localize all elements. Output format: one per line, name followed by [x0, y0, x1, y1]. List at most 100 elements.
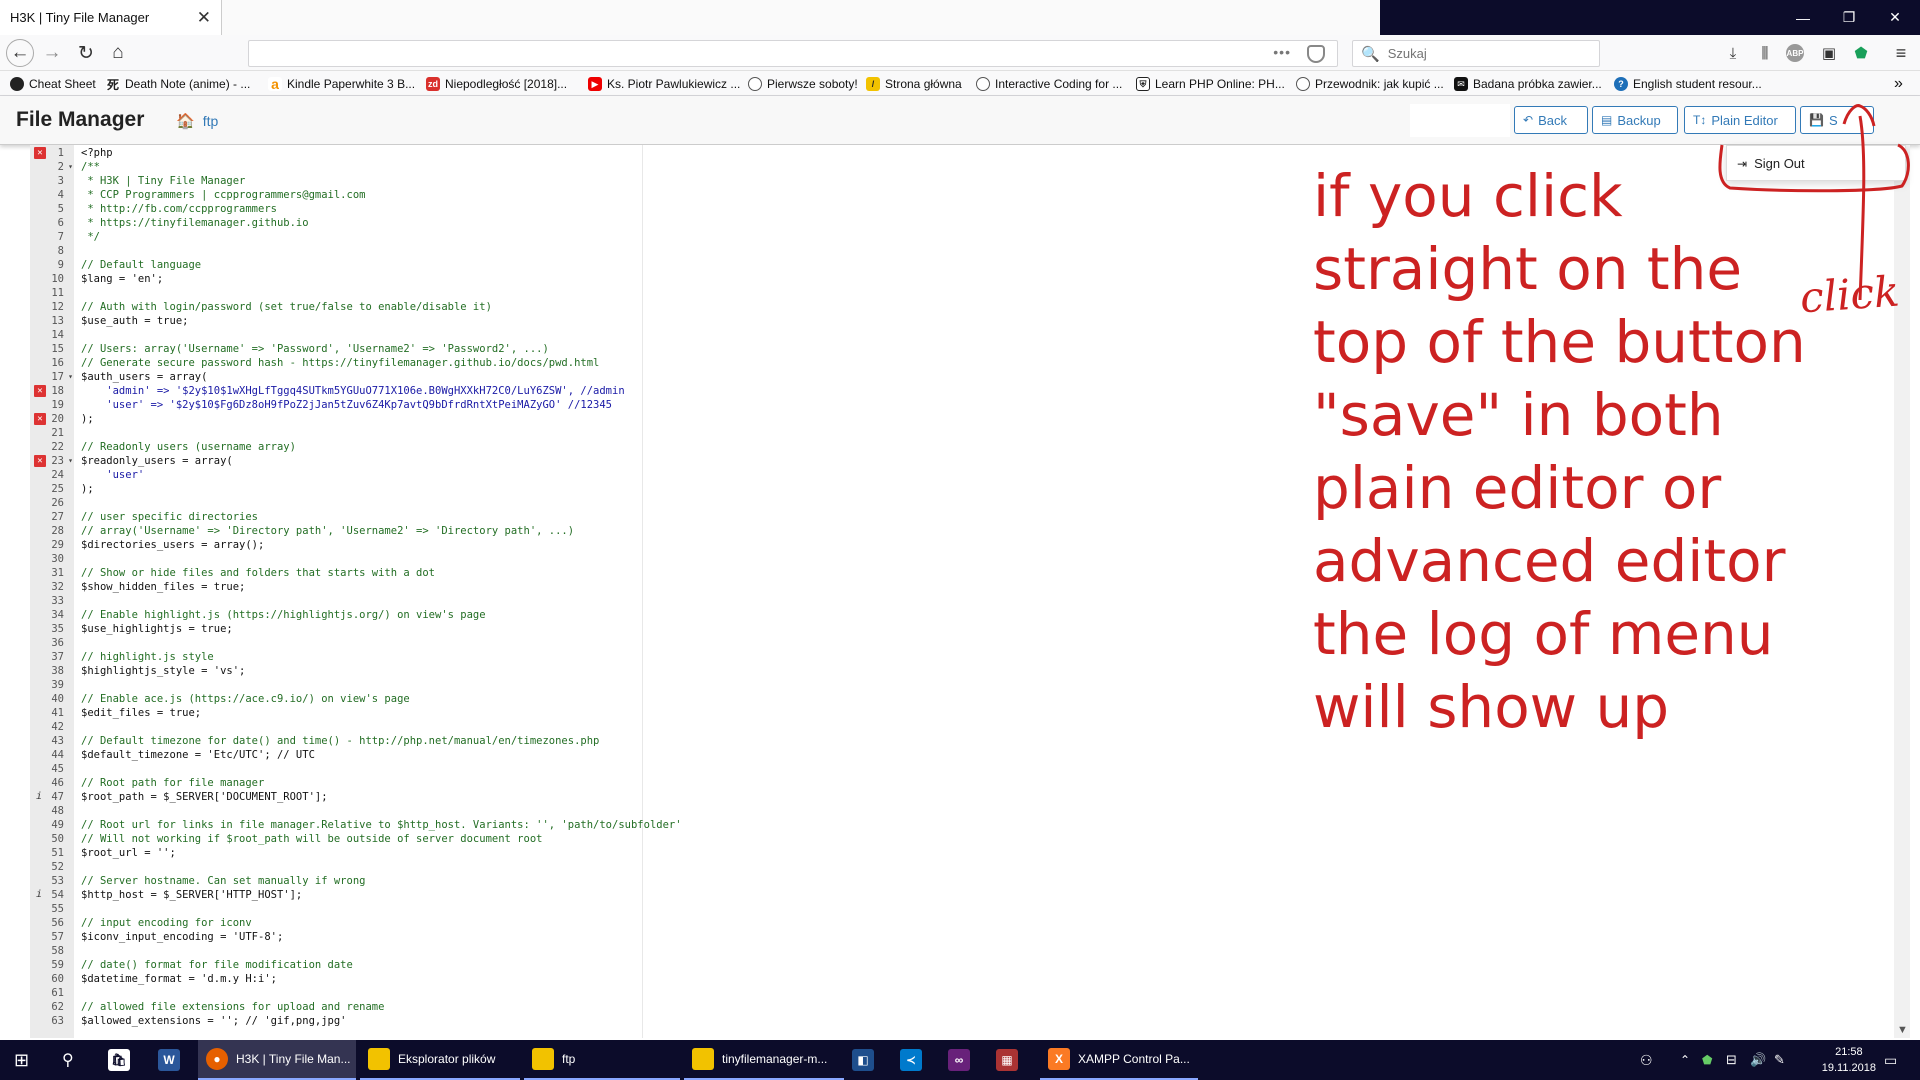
taskbar-vscode-preview[interactable]: ◧: [852, 1040, 882, 1080]
error-marker-icon[interactable]: ✕: [34, 385, 46, 397]
pocket-icon[interactable]: [1307, 45, 1325, 63]
browser-tab[interactable]: H3K | Tiny File Manager ✕: [0, 0, 222, 35]
bookmark-item[interactable]: 死 Death Note (anime) - ...: [106, 75, 250, 93]
bookmark-item[interactable]: ▶ Ks. Piotr Pawlukiewicz ...: [588, 75, 740, 93]
taskbar-item-tinyfilemanager[interactable]: tinyfilemanager-m...: [684, 1040, 844, 1080]
code-line[interactable]: $edit_files = true;: [81, 706, 201, 720]
home-icon[interactable]: ⌂: [104, 39, 132, 67]
code-line[interactable]: * H3K | Tiny File Manager: [81, 174, 245, 188]
code-line[interactable]: 'user': [81, 468, 144, 482]
bookmarks-overflow-icon[interactable]: »: [1894, 75, 1903, 93]
error-marker-icon[interactable]: ✕: [34, 413, 46, 425]
taskbar-item-firefox[interactable]: ● H3K | Tiny File Man...: [198, 1040, 356, 1080]
code-line[interactable]: $show_hidden_files = true;: [81, 580, 245, 594]
code-line[interactable]: $highlightjs_style = 'vs';: [81, 664, 245, 678]
code-line[interactable]: $root_url = '';: [81, 846, 176, 860]
code-line[interactable]: $iconv_input_encoding = 'UTF-8';: [81, 930, 283, 944]
bookmark-item[interactable]: ⛨ Learn PHP Online: PH...: [1136, 75, 1285, 93]
bookmark-item[interactable]: Pierwsze soboty!: [748, 75, 858, 93]
code-line[interactable]: // Auth with login/password (set true/fa…: [81, 300, 492, 314]
code-line[interactable]: // Readonly users (username array): [81, 440, 296, 454]
code-line[interactable]: // user specific directories: [81, 510, 258, 524]
error-marker-icon[interactable]: ✕: [34, 147, 46, 159]
code-line[interactable]: // Enable highlight.js (https://highligh…: [81, 608, 486, 622]
info-marker-icon[interactable]: i: [36, 790, 42, 804]
bookmark-item[interactable]: a Kindle Paperwhite 3 B...: [268, 75, 415, 93]
code-line[interactable]: $default_timezone = 'Etc/UTC'; // UTC: [81, 748, 315, 762]
tray-chevron-icon[interactable]: ⌃: [1680, 1040, 1690, 1080]
bookmark-item[interactable]: Interactive Coding for ...: [976, 75, 1122, 93]
taskbar-item-xampp[interactable]: X XAMPP Control Pa...: [1040, 1040, 1198, 1080]
code-line[interactable]: */: [81, 230, 100, 244]
bookmark-item[interactable]: Przewodnik: jak kupić ...: [1296, 75, 1444, 93]
save-button[interactable]: 💾 S: [1800, 106, 1874, 134]
adblock-icon[interactable]: ABP: [1786, 44, 1804, 62]
code-line[interactable]: $use_highlightjs = true;: [81, 622, 233, 636]
back-arrow-icon[interactable]: ←: [6, 39, 34, 67]
url-input[interactable]: •••: [248, 40, 1338, 67]
fold-toggle-icon[interactable]: ▾: [68, 454, 73, 468]
search-icon[interactable]: ⚲: [62, 1040, 74, 1080]
code-line[interactable]: 'user' => '$2y$10$Fg6Dz8oH9fPoZ2jJan5tZu…: [81, 398, 612, 412]
bookmark-item[interactable]: ✉ Badana próbka zawier...: [1454, 75, 1602, 93]
minimize-icon[interactable]: —: [1780, 0, 1826, 35]
code-line[interactable]: // Show or hide files and folders that s…: [81, 566, 435, 580]
bookmark-item[interactable]: Cheat Sheet: [10, 75, 96, 93]
scroll-down-icon[interactable]: ▼: [1897, 1024, 1908, 1036]
code-line[interactable]: $directories_users = array();: [81, 538, 264, 552]
code-line[interactable]: $http_host = $_SERVER['HTTP_HOST'];: [81, 888, 302, 902]
code-line[interactable]: // Root url for links in file manager.Re…: [81, 818, 682, 832]
code-line[interactable]: $readonly_users = array(: [81, 454, 233, 468]
code-line[interactable]: 'admin' => '$2y$10$1wXHgLfTggq4SUTkm5YGU…: [81, 384, 624, 398]
code-line[interactable]: // Server hostname. Can set manually if …: [81, 874, 365, 888]
notifications-icon[interactable]: ▭: [1884, 1040, 1897, 1080]
network-icon[interactable]: ⊟: [1726, 1040, 1737, 1080]
people-icon[interactable]: ⚇: [1640, 1040, 1653, 1080]
code-line[interactable]: // Default timezone for date() and time(…: [81, 734, 599, 748]
code-line[interactable]: $root_path = $_SERVER['DOCUMENT_ROOT'];: [81, 790, 328, 804]
code-line[interactable]: );: [81, 412, 94, 426]
maximize-icon[interactable]: ❐: [1826, 0, 1872, 35]
pen-icon[interactable]: ✎: [1774, 1040, 1785, 1080]
bookmark-item[interactable]: zd Niepodległość [2018]...: [426, 75, 567, 93]
code-line[interactable]: /**: [81, 160, 100, 174]
taskbar-store[interactable]: 🛍: [108, 1040, 138, 1080]
sidebar-icon[interactable]: ▣: [1818, 42, 1840, 64]
info-marker-icon[interactable]: i: [36, 888, 42, 902]
search-box[interactable]: 🔍: [1352, 40, 1600, 67]
shield-icon[interactable]: ⬟: [1850, 42, 1872, 64]
taskbar-vscode[interactable]: ≺: [900, 1040, 930, 1080]
page-actions-icon[interactable]: •••: [1273, 44, 1291, 60]
taskbar-clock[interactable]: 21:58 19.11.2018: [1822, 1044, 1876, 1076]
code-line[interactable]: // date() format for file modification d…: [81, 958, 353, 972]
code-line[interactable]: $allowed_extensions = ''; // 'gif,png,jp…: [81, 1014, 347, 1028]
tray-shield-icon[interactable]: ⬟: [1702, 1040, 1712, 1080]
taskbar-winrar[interactable]: ▦: [996, 1040, 1026, 1080]
code-line[interactable]: $auth_users = array(: [81, 370, 207, 384]
code-line[interactable]: // array('Username' => 'Directory path',…: [81, 524, 574, 538]
close-window-icon[interactable]: ✕: [1872, 0, 1918, 35]
code-line[interactable]: // Will not working if $root_path will b…: [81, 832, 542, 846]
search-input[interactable]: [1387, 46, 1588, 61]
code-line[interactable]: );: [81, 482, 94, 496]
bookmark-item[interactable]: ? English student resour...: [1614, 75, 1762, 93]
menu-icon[interactable]: ≡: [1890, 42, 1912, 64]
code-line[interactable]: // allowed file extensions for upload an…: [81, 1000, 384, 1014]
code-line[interactable]: $datetime_format = 'd.m.y H:i';: [81, 972, 277, 986]
code-line[interactable]: // highlight.js style: [81, 650, 214, 664]
plain-editor-button[interactable]: T↕ Plain Editor: [1684, 106, 1796, 134]
fold-toggle-icon[interactable]: ▾: [68, 160, 73, 174]
volume-icon[interactable]: 🔊: [1750, 1040, 1766, 1080]
code-line[interactable]: // input encoding for iconv: [81, 916, 252, 930]
app-title[interactable]: File Manager: [16, 108, 144, 132]
fold-toggle-icon[interactable]: ▾: [68, 370, 73, 384]
taskbar-visual-studio[interactable]: ∞: [948, 1040, 978, 1080]
library-icon[interactable]: ⫼: [1754, 42, 1776, 64]
taskbar-item-explorer[interactable]: Eksplorator plików: [360, 1040, 520, 1080]
code-line[interactable]: <?php: [81, 146, 113, 160]
code-line[interactable]: // Generate secure password hash - https…: [81, 356, 599, 370]
code-line[interactable]: * http://fb.com/ccpprogrammers: [81, 202, 277, 216]
error-marker-icon[interactable]: ✕: [34, 455, 46, 467]
reload-icon[interactable]: ↻: [72, 39, 100, 67]
taskbar-word[interactable]: W: [158, 1040, 188, 1080]
